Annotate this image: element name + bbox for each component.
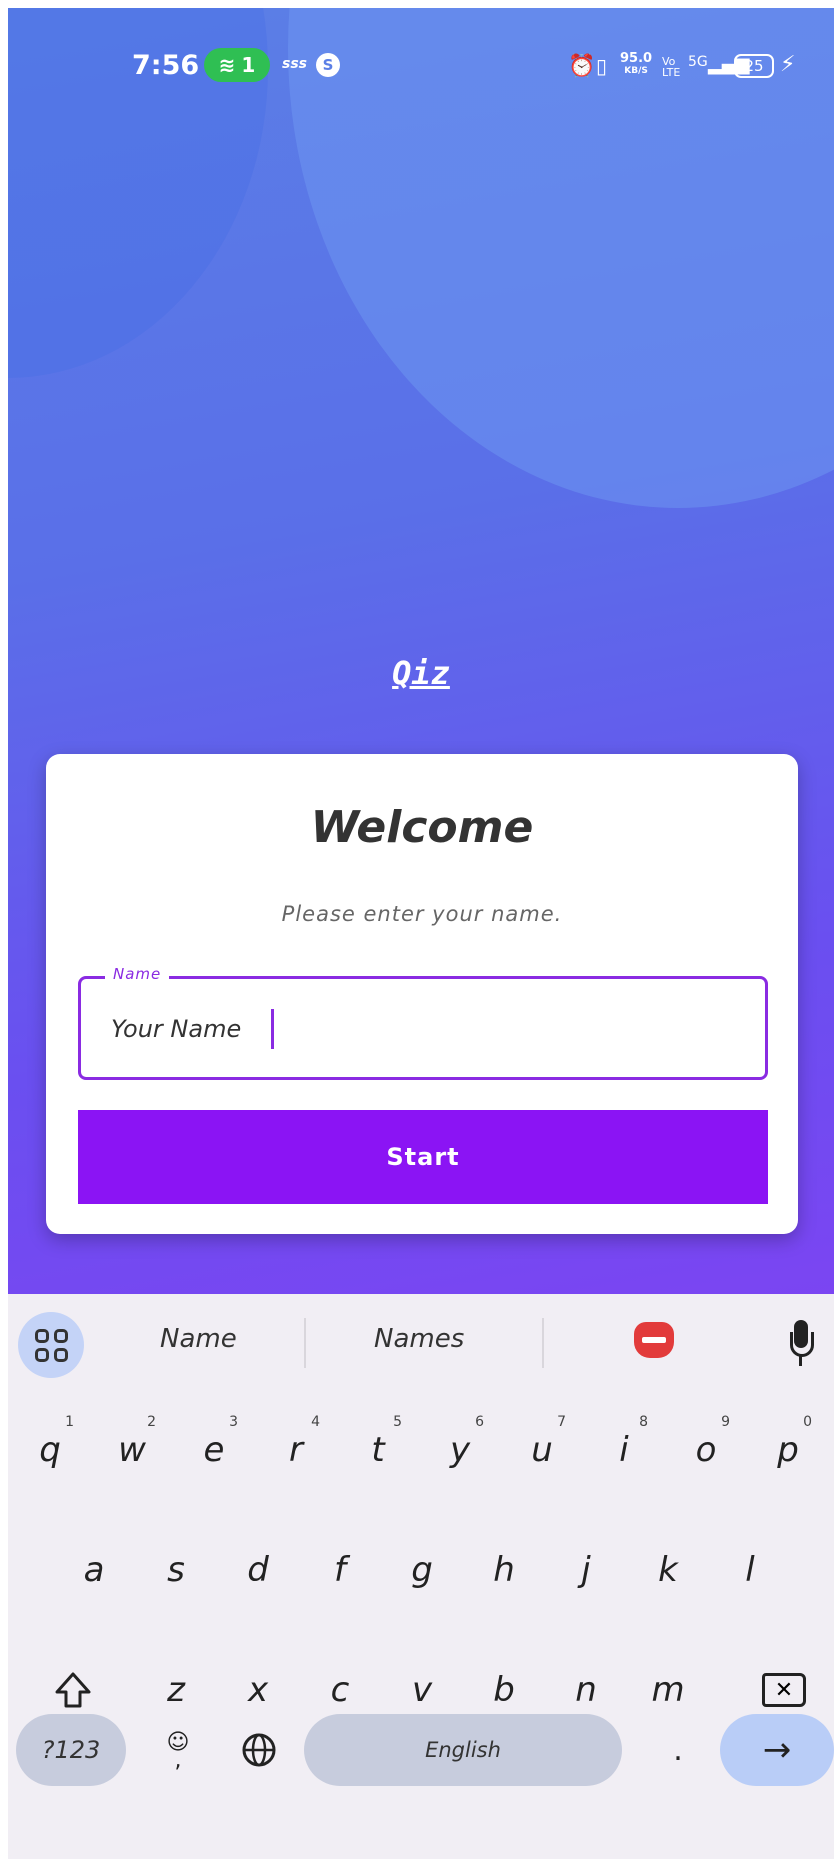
status-small-text: sss <box>282 56 307 72</box>
notification-icon: S <box>316 53 340 77</box>
status-time: 7:56 <box>132 50 200 81</box>
wifi-hotspot-badge[interactable]: ≋ 1 <box>204 48 270 82</box>
key-j[interactable]: j <box>556 1520 616 1620</box>
suggestion-item[interactable]: Name <box>160 1324 237 1354</box>
key-o[interactable]: o9 <box>676 1400 736 1500</box>
key-y[interactable]: y6 <box>430 1400 490 1500</box>
vibrate-icon: ▯ <box>596 54 608 78</box>
charging-icon: ⚡ <box>780 52 796 77</box>
key-a[interactable]: a <box>64 1520 124 1620</box>
apps-grid-icon[interactable] <box>18 1312 84 1378</box>
card-title: Welcome <box>310 802 534 853</box>
key-t[interactable]: t5 <box>348 1400 408 1500</box>
key-h[interactable]: h <box>474 1520 534 1620</box>
key-k[interactable]: k <box>638 1520 698 1620</box>
name-input[interactable] <box>111 1015 711 1043</box>
alarm-icon: ⏰ <box>568 54 596 79</box>
soft-keyboard: Name Names q1 w2 e3 r4 t5 y6 u7 i8 o9 p0… <box>8 1294 834 1859</box>
symbols-key[interactable]: ?123 <box>16 1714 126 1786</box>
mic-icon[interactable] <box>790 1320 814 1370</box>
suggestion-bar: Name Names <box>8 1294 834 1394</box>
signal-5g: 5G <box>688 54 708 70</box>
sticker-icon[interactable] <box>634 1322 674 1358</box>
key-p[interactable]: p0 <box>758 1400 818 1500</box>
enter-key[interactable]: → <box>720 1714 834 1786</box>
key-i[interactable]: i8 <box>594 1400 654 1500</box>
suggestion-divider <box>542 1318 544 1368</box>
app-background: 7:56 ≋ 1 sss S ⏰ ▯ 95.0 KB/S Vo LTE 5G ▂… <box>8 8 834 1294</box>
space-key[interactable]: English <box>304 1714 622 1786</box>
key-row-2: a s d f g h j k l <box>8 1520 834 1640</box>
suggestion-item[interactable]: Names <box>374 1324 464 1354</box>
name-field[interactable]: Name <box>78 965 768 1080</box>
card-subtitle: Please enter your name. <box>281 902 563 926</box>
emoji-icon[interactable]: ☺ , <box>158 1714 198 1786</box>
key-row-bottom: ?123 ☺ , English . → <box>8 1714 834 1814</box>
network-speed: 95.0 KB/S <box>620 51 653 76</box>
key-row-1: q1 w2 e3 r4 t5 y6 u7 i8 o9 p0 <box>8 1400 834 1520</box>
key-w[interactable]: w2 <box>102 1400 162 1500</box>
welcome-card: Welcome Please enter your name. Name Sta… <box>46 754 798 1234</box>
text-caret <box>271 1009 274 1049</box>
wifi-icon: ≋ <box>218 53 236 77</box>
status-bar: 7:56 ≋ 1 sss S ⏰ ▯ 95.0 KB/S Vo LTE 5G ▂… <box>8 8 834 118</box>
app-logo: Qiz <box>392 654 450 692</box>
key-f[interactable]: f <box>310 1520 370 1620</box>
battery-icon: 25 <box>734 54 774 78</box>
period-key[interactable]: . <box>658 1714 698 1786</box>
phone-screen: 7:56 ≋ 1 sss S ⏰ ▯ 95.0 KB/S Vo LTE 5G ▂… <box>8 8 834 1859</box>
key-q[interactable]: q1 <box>20 1400 80 1500</box>
wifi-count: 1 <box>241 53 256 77</box>
key-d[interactable]: d <box>228 1520 288 1620</box>
name-field-label: Name <box>105 965 170 983</box>
globe-icon[interactable] <box>234 1714 284 1786</box>
key-l[interactable]: l <box>720 1520 780 1620</box>
start-button[interactable]: Start <box>78 1110 768 1204</box>
key-s[interactable]: s <box>146 1520 206 1620</box>
key-r[interactable]: r4 <box>266 1400 326 1500</box>
key-g[interactable]: g <box>392 1520 452 1620</box>
volte-indicator: Vo LTE <box>662 55 681 79</box>
key-e[interactable]: e3 <box>184 1400 244 1500</box>
suggestion-divider <box>304 1318 306 1368</box>
key-u[interactable]: u7 <box>512 1400 572 1500</box>
